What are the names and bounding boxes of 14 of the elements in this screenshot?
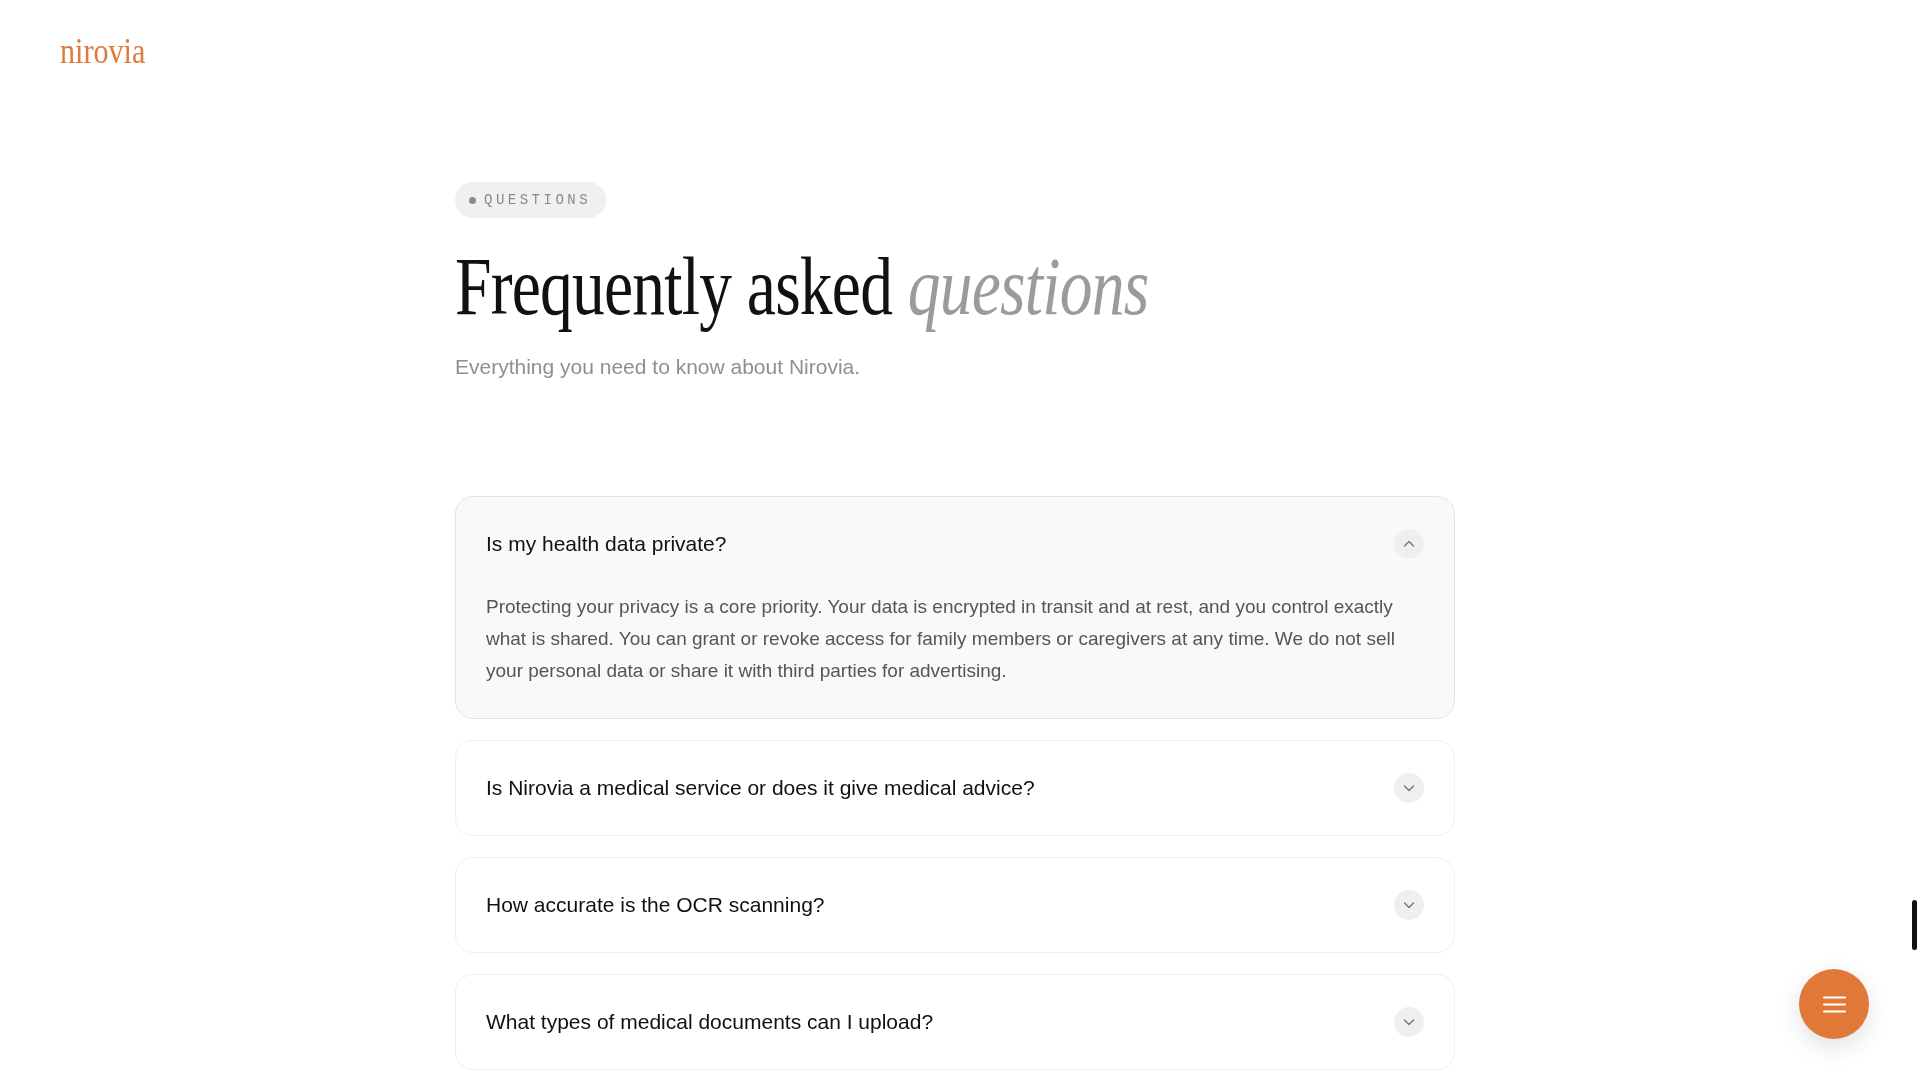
scrollbar-thumb[interactable] (1912, 900, 1917, 950)
dot-icon (469, 196, 476, 204)
faq-question[interactable]: What types of medical documents can I upload? (456, 975, 1454, 1069)
tag-label: QUESTIONS (484, 190, 592, 210)
page-subtitle: Everything you need to know about Nirovia. (455, 354, 862, 380)
chevron-down-icon (1394, 890, 1424, 920)
faq-question[interactable]: Is Nirovia a medical service or does it give medical advice? (456, 741, 1454, 835)
faq-answer: Protecting your privacy is a core priority. Your data is encrypted in transit and at rest, and you control exactly what is shared. You can grant or revoke access for family members or caregivers at any time. We do not sell your personal data or share it with third parties for advertising. (485, 595, 1396, 683)
chevron-down-icon (1394, 1007, 1424, 1037)
faq-question[interactable]: Is my health data private? (456, 497, 1454, 591)
faq-question[interactable]: How accurate is the OCR scanning? (456, 858, 1454, 952)
chevron-up-icon (1394, 529, 1424, 559)
menu-icon (1822, 995, 1846, 1013)
chevron-down-icon (1394, 773, 1424, 803)
